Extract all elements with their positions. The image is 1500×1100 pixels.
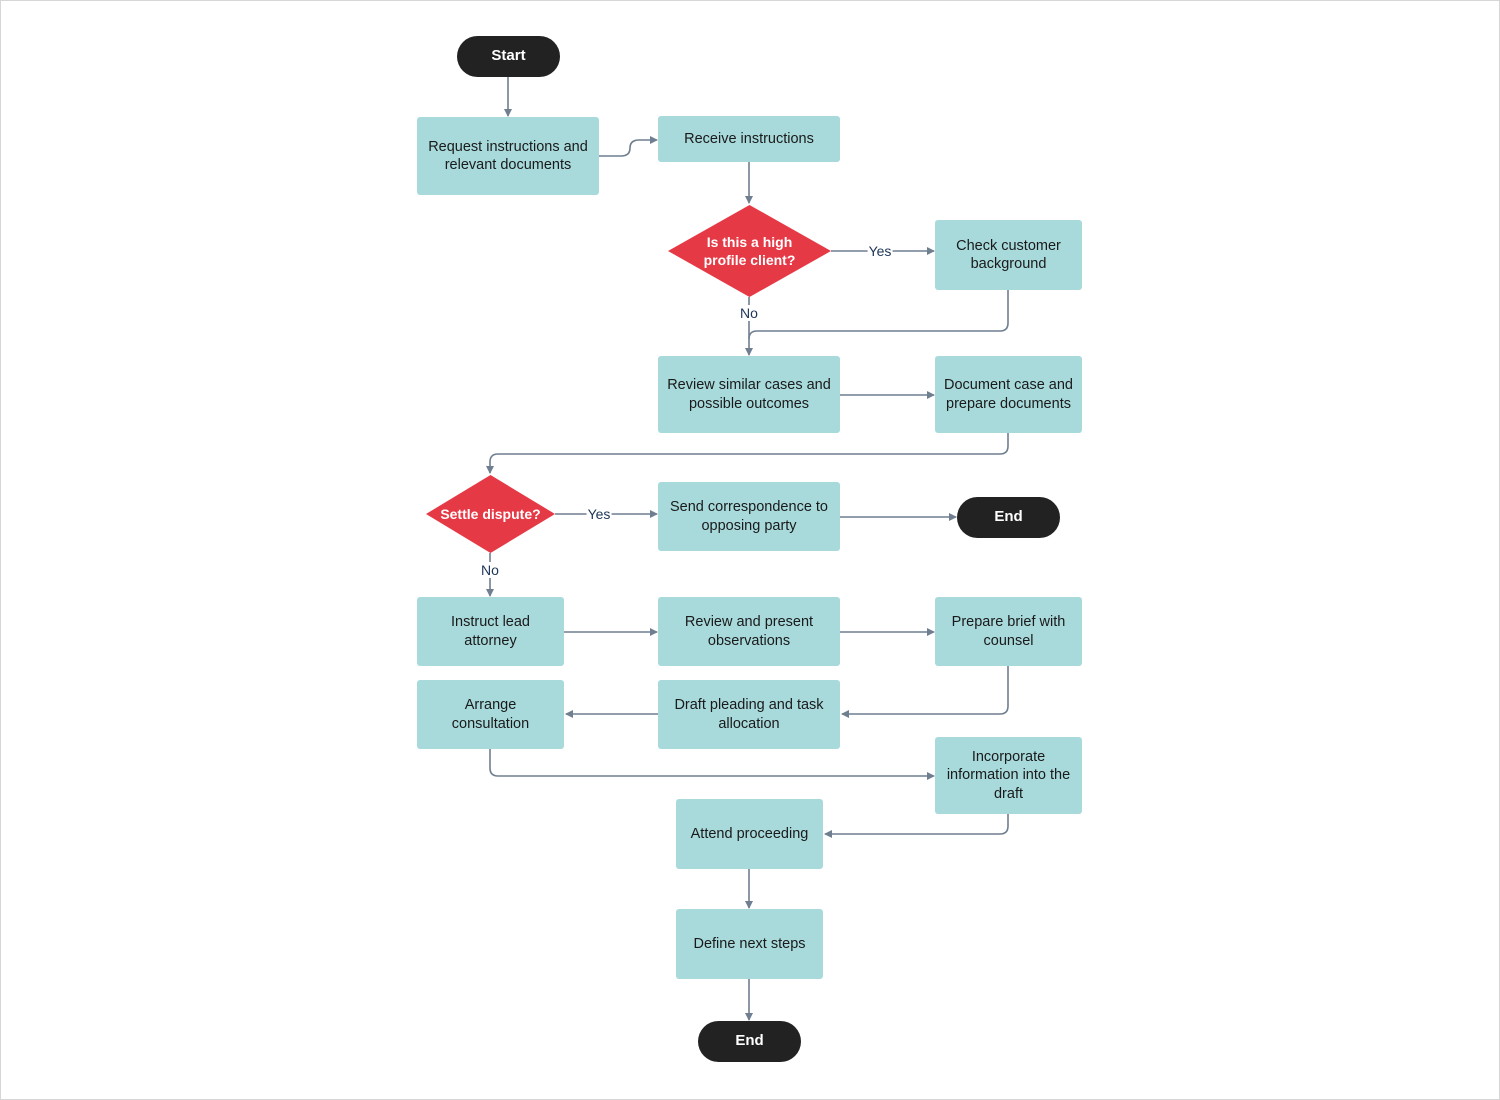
edge-check-merge xyxy=(748,290,1009,340)
instruct-attorney-step[interactable]: Instruct lead attorney xyxy=(417,597,564,666)
settle-yes-label: Yes xyxy=(586,506,612,522)
receive-instructions-step[interactable]: Receive instructions xyxy=(658,116,840,162)
end-terminal-1[interactable]: End xyxy=(957,497,1060,538)
attend-proceeding-step[interactable]: Attend proceeding xyxy=(676,799,823,869)
edge-prepare-draft xyxy=(841,666,1009,718)
edge-request-receive xyxy=(598,136,658,157)
settle-no-label: No xyxy=(480,562,500,578)
incorporate-information-step[interactable]: Incorporate information into the draft xyxy=(935,737,1082,814)
draft-pleading-step[interactable]: Draft pleading and task allocation xyxy=(658,680,840,749)
settle-dispute-label: Settle dispute? xyxy=(440,506,541,522)
document-case-step[interactable]: Document case and prepare documents xyxy=(935,356,1082,433)
start-terminal[interactable]: Start xyxy=(457,36,560,77)
edge-incorporate-attend xyxy=(824,814,1009,838)
high-profile-decision[interactable]: Is this a high profile client? xyxy=(668,205,831,297)
high-profile-label: Is this a high profile client? xyxy=(703,234,796,268)
edge-arrange-incorporate xyxy=(489,749,935,780)
high-profile-yes-label: Yes xyxy=(867,243,893,259)
arrange-consultation-step[interactable]: Arrange consultation xyxy=(417,680,564,749)
flowchart-canvas: Start Request instructions and relevant … xyxy=(0,0,1500,1100)
prepare-brief-step[interactable]: Prepare brief with counsel xyxy=(935,597,1082,666)
check-background-step[interactable]: Check customer background xyxy=(935,220,1082,290)
review-present-step[interactable]: Review and present observations xyxy=(658,597,840,666)
define-next-steps-step[interactable]: Define next steps xyxy=(676,909,823,979)
settle-dispute-decision[interactable]: Settle dispute? xyxy=(426,475,555,553)
send-correspondence-step[interactable]: Send correspondence to opposing party xyxy=(658,482,840,551)
edge-document-settle xyxy=(486,433,1009,474)
request-instructions-step[interactable]: Request instructions and relevant docume… xyxy=(417,117,599,195)
review-cases-step[interactable]: Review similar cases and possible outcom… xyxy=(658,356,840,433)
end-terminal-2[interactable]: End xyxy=(698,1021,801,1062)
high-profile-no-label: No xyxy=(739,305,759,321)
